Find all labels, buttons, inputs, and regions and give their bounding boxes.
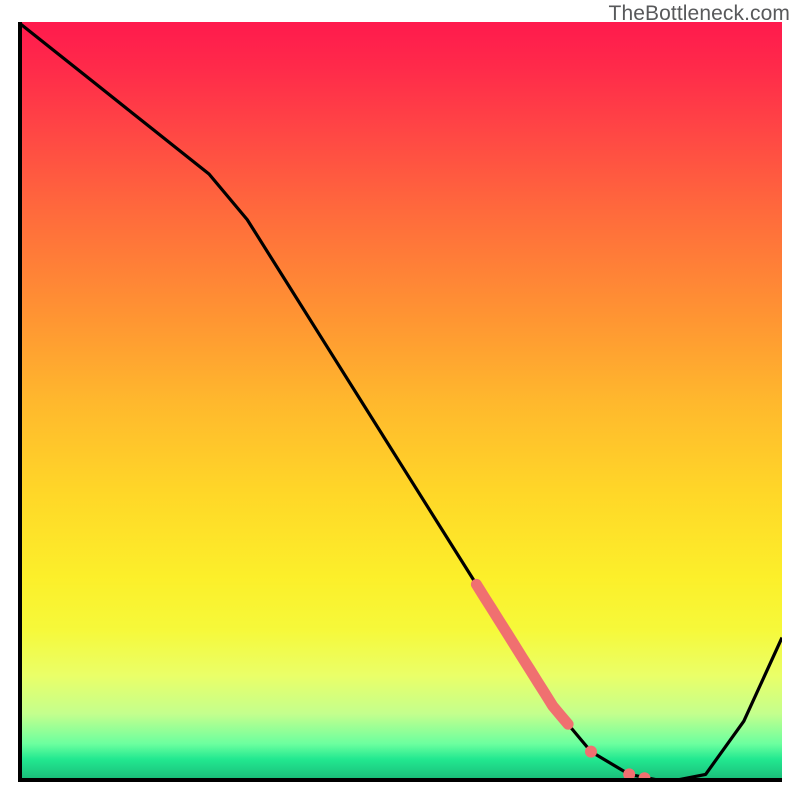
highlight-segment (476, 584, 568, 724)
bottleneck-curve (18, 22, 782, 782)
curve-group (18, 22, 782, 782)
marker-point (585, 746, 597, 758)
x-axis (18, 778, 782, 782)
curve-svg (18, 22, 782, 782)
chart-container: TheBottleneck.com (0, 0, 800, 800)
markers-group (585, 746, 651, 782)
plot-area (18, 22, 782, 782)
y-axis (18, 22, 22, 782)
